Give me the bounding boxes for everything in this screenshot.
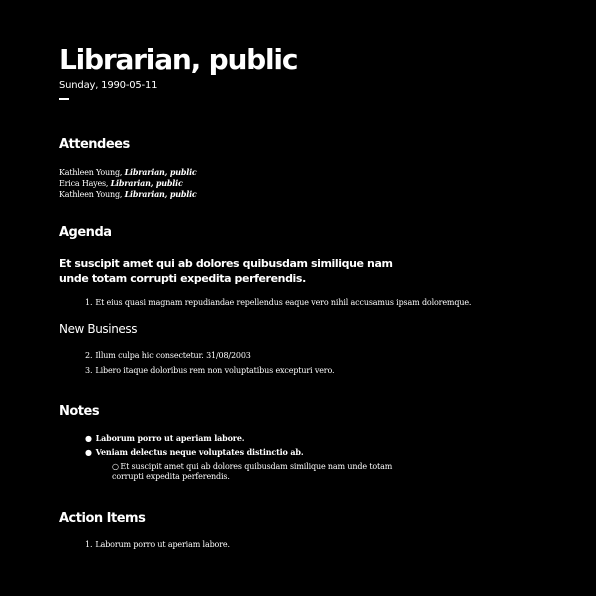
attendees-list: Kathleen Young, Librarian, public Erica … (59, 167, 197, 200)
attendees-heading: Attendees (59, 137, 130, 152)
title-divider (59, 98, 69, 100)
document-title: Librarian, public (59, 43, 298, 76)
note-item: ● Veniam delectus neque voluptates disti… (85, 447, 304, 457)
attendee: Erica Hayes, Librarian, public (59, 178, 183, 188)
note-sub-item: ○ Et suscipit amet qui ab dolores quibus… (112, 462, 393, 481)
agenda-item: 3. Libero itaque doloribus rem non volup… (85, 366, 335, 375)
bullet-icon: ● (85, 433, 92, 443)
meeting-notes-page: Librarian, public Sunday, 1990-05-11 Att… (0, 0, 596, 596)
action-items-heading: Action Items (59, 511, 146, 526)
new-business-heading: New Business (59, 322, 138, 336)
document-date: Sunday, 1990-05-11 (59, 80, 158, 91)
agenda-item: 1. Et eius quasi magnam repudiandae repe… (85, 298, 472, 307)
agenda-heading: Agenda (59, 225, 112, 240)
attendee: Kathleen Young, Librarian, public (59, 189, 197, 199)
note-item: ● Laborum porro ut aperiam labore. (85, 433, 245, 443)
action-item: 1. Laborum porro ut aperiam labore. (85, 540, 230, 549)
agenda-subheading: Et suscipit amet qui ab dolores quibusda… (59, 257, 393, 285)
notes-heading: Notes (59, 404, 100, 419)
circle-bullet-icon: ○ (112, 462, 119, 471)
bullet-icon: ● (85, 447, 92, 457)
agenda-item: 2. Illum culpa hic consectetur. 31/08/20… (85, 351, 251, 360)
attendee: Kathleen Young, Librarian, public (59, 167, 197, 177)
